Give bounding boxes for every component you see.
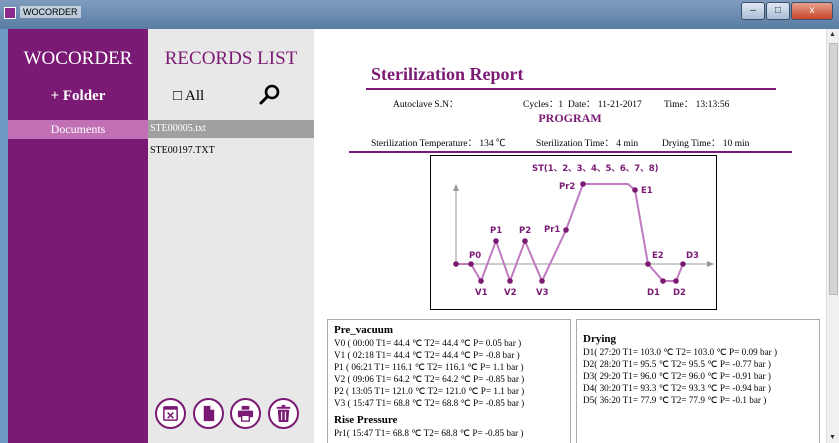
label-d1: D1: [647, 288, 660, 298]
select-all-checkbox[interactable]: □ All: [173, 88, 204, 105]
window-title: WOCORDER: [20, 6, 81, 18]
label-e1: E1: [641, 186, 653, 196]
program-heading: PROGRAM: [538, 111, 602, 125]
pre-vacuum-row: P1 ( 06:21 T1= 116.1 ℃ T2= 116.1 ℃ P= 1.…: [334, 362, 524, 372]
add-folder-button[interactable]: + Folder: [8, 88, 148, 105]
report-time: Time： 13:13:56: [664, 100, 730, 110]
scroll-up-arrow[interactable]: ▲: [829, 30, 836, 38]
label-d2: D2: [673, 288, 686, 298]
file-item[interactable]: STE00197.TXT: [148, 142, 314, 160]
drying-row: D5( 36:20 T1= 77.9 ℃ T2= 77.9 ℃ P= -0.1 …: [583, 395, 767, 405]
file-item[interactable]: STE00005.txt: [148, 120, 314, 138]
report-view: Sterilization Report Autoclave S.N： Cycl…: [314, 29, 826, 443]
vertical-scrollbar[interactable]: ▲ ▼: [826, 29, 839, 443]
pre-vacuum-row: V3 ( 15:47 T1= 68.8 ℃ T2= 68.8 ℃ P= -0.8…: [334, 398, 525, 408]
point-d3: [680, 261, 686, 267]
point-p2: [522, 238, 528, 244]
app-icon: [4, 7, 16, 19]
label-v2: V2: [504, 288, 517, 298]
label-p1: P1: [490, 226, 502, 236]
print-button[interactable]: [230, 398, 261, 429]
delete-button[interactable]: [268, 398, 299, 429]
drying-row: D3( 29:20 T1= 96.0 ℃ T2= 96.0 ℃ P= -0.91…: [583, 371, 771, 381]
label-pr1: Pr1: [544, 225, 560, 235]
point-d1: [660, 278, 666, 284]
drying-row: D4( 30:20 T1= 93.3 ℃ T2= 93.3 ℃ P= -0.94…: [583, 383, 771, 393]
drying-row: D2( 28:20 T1= 95.5 ℃ T2= 95.5 ℃ P= -0.77…: [583, 359, 771, 369]
sterilization-time: Sterilization Time： 4 min: [536, 139, 639, 149]
records-title: RECORDS LIST: [164, 48, 298, 69]
trash-icon: [276, 404, 291, 423]
point-p1: [493, 238, 499, 244]
sidebar: WOCORDER + Folder Documents: [8, 29, 148, 443]
point-e2: [645, 261, 651, 267]
label-v1: V1: [475, 288, 488, 298]
close-window-button[interactable]: x: [791, 2, 833, 20]
label-v3: V3: [536, 288, 549, 298]
y-axis-arrow: [453, 184, 459, 191]
point-pr1: [563, 227, 569, 233]
cycle-diagram-svg: ST(1、2、3、4、5、6、7、8) P0 V1 P1 V2 P2 V3 Pr1 Pr2 E1…: [453, 164, 714, 298]
point-pr2: [580, 181, 586, 187]
point-v3: [539, 278, 545, 284]
search-icon[interactable]: [258, 83, 282, 107]
scroll-thumb[interactable]: [829, 43, 838, 295]
point-v1: [478, 278, 484, 284]
cycles: Cycles：1: [523, 100, 564, 110]
cycle-diagram: ST(1、2、3、4、5、6、7、8) P0 V1 P1 V2 P2 V3 Pr1 Pr2 E1…: [430, 155, 717, 310]
sterilization-temperature: Sterilization Temperature： 134 ℃: [371, 139, 506, 149]
pre-vacuum-panel: Pre_vacuum V0 ( 00:00 T1= 44.4 ℃ T2= 44.…: [327, 319, 571, 443]
sidebar-item-documents[interactable]: Documents: [8, 120, 148, 139]
drying-title: Drying: [583, 333, 616, 345]
rise-pressure-row: Pr1( 15:47 T1= 68.8 ℃ T2= 68.8 ℃ P= -0.8…: [334, 428, 524, 438]
pre-vacuum-row: V1 ( 02:18 T1= 44.4 ℃ T2= 44.4 ℃ P= -0.8…: [334, 350, 520, 360]
close-file-button[interactable]: [155, 398, 186, 429]
label-e2: E2: [652, 251, 664, 261]
print-icon: [237, 405, 254, 422]
point-origin: [453, 261, 459, 267]
records-panel: RECORDS LIST □ All STE00005.txt STE00197…: [148, 29, 314, 443]
pre-vacuum-row: P2 ( 13:05 T1= 121.0 ℃ T2= 121.0 ℃ P= 1.…: [334, 386, 525, 396]
document-icon: [203, 405, 215, 422]
point-e1: [632, 187, 638, 193]
report-title: Sterilization Report: [371, 64, 524, 84]
st-label: ST(1、2、3、4、5、6、7、8): [532, 164, 659, 174]
drying-panel: Drying D1( 27:20 T1= 103.0 ℃ T2= 103.0 ℃…: [576, 319, 820, 443]
pre-vacuum-title: Pre_vacuum: [334, 324, 394, 336]
report-date: Date： 11-21-2017: [568, 100, 642, 110]
rise-pressure-title: Rise Pressure: [334, 414, 398, 426]
autoclave-sn: Autoclave S.N：: [393, 100, 459, 110]
minimize-button[interactable]: –: [741, 2, 765, 20]
point-v2: [507, 278, 513, 284]
drying-time: Drying Time： 10 min: [662, 139, 750, 149]
label-pr2: Pr2: [559, 182, 575, 192]
drying-row: D1( 27:20 T1= 103.0 ℃ T2= 103.0 ℃ P= 0.0…: [583, 347, 778, 357]
maximize-button[interactable]: □: [766, 2, 790, 20]
brand-name: WOCORDER: [23, 48, 133, 69]
x-axis-arrow: [707, 261, 714, 267]
open-document-button[interactable]: [193, 398, 224, 429]
program-divider: [349, 151, 792, 153]
point-p0: [468, 261, 474, 267]
pre-vacuum-row: V0 ( 00:00 T1= 44.4 ℃ T2= 44.4 ℃ P= 0.05…: [334, 338, 522, 348]
title-bar: WOCORDER – □ x: [0, 0, 839, 29]
point-d2: [673, 278, 679, 284]
scroll-down-arrow[interactable]: ▼: [829, 433, 836, 441]
label-d3: D3: [686, 251, 699, 261]
close-file-icon: [163, 406, 178, 421]
label-p2: P2: [519, 226, 531, 236]
pre-vacuum-row: V2 ( 09:06 T1= 64.2 ℃ T2= 64.2 ℃ P= -0.8…: [334, 374, 525, 384]
label-p0: P0: [469, 251, 481, 261]
title-divider: [366, 88, 776, 90]
